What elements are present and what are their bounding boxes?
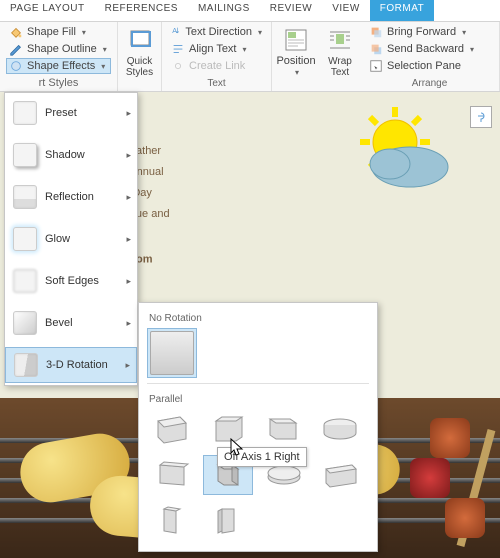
selection-pane-icon [369, 59, 383, 73]
tab-page-layout[interactable]: PAGE LAYOUT [0, 0, 95, 21]
dropdown-icon: ▾ [258, 28, 262, 37]
create-link-button[interactable]: Create Link [168, 58, 265, 74]
shape-effects-button[interactable]: Shape Effects ▾ [6, 58, 111, 74]
svg-text:A: A [172, 27, 177, 35]
dropdown-icon: ▾ [101, 62, 105, 71]
quick-styles-button[interactable]: Quick Styles [124, 24, 155, 80]
clipart-sun-cloud[interactable] [340, 102, 460, 205]
send-backward-icon [369, 42, 383, 56]
send-backward-button[interactable]: Send Backward ▾ [366, 41, 493, 57]
send-backward-label: Send Backward [387, 43, 464, 55]
effects-icon [9, 59, 23, 73]
cursor-icon [230, 438, 244, 456]
position-label: Position▾ [276, 56, 315, 78]
rotation-option[interactable] [147, 455, 197, 495]
text-direction-icon: A [171, 25, 181, 39]
shape-effects-menu: Preset▸ Shadow▸ Reflection▸ Glow▸ Soft E… [4, 92, 138, 386]
tab-references[interactable]: REFERENCES [95, 0, 188, 21]
shape-fill-label: Shape Fill [27, 26, 76, 38]
wrap-text-label: Wrap Text [328, 56, 352, 78]
tab-view[interactable]: VIEW [322, 0, 370, 21]
dropdown-icon: ▾ [470, 45, 474, 54]
shape-fill-button[interactable]: Shape Fill ▾ [6, 24, 111, 40]
rotation-parallel-grid [147, 409, 369, 541]
dropdown-icon: ▾ [103, 45, 107, 54]
rotation-section-none: No Rotation [147, 309, 369, 328]
rotation-option[interactable] [203, 409, 253, 449]
layout-options-button[interactable] [470, 106, 492, 128]
shape-outline-button[interactable]: Shape Outline ▾ [6, 41, 111, 57]
selection-pane-label: Selection Pane [387, 60, 461, 72]
pen-icon [9, 42, 23, 56]
tab-review[interactable]: REVIEW [260, 0, 322, 21]
ribbon-tabs: PAGE LAYOUT REFERENCES MAILINGS REVIEW V… [0, 0, 500, 22]
rotation-option[interactable] [315, 409, 365, 449]
dropdown-icon: ▾ [82, 28, 86, 37]
quick-styles-label: Quick Styles [126, 56, 153, 78]
align-text-icon [171, 42, 185, 56]
bring-forward-button[interactable]: Bring Forward ▾ [366, 24, 493, 40]
effects-soft-edges[interactable]: Soft Edges▸ [5, 264, 137, 298]
rotation-option[interactable] [315, 455, 365, 495]
shape-outline-label: Shape Outline [27, 43, 97, 55]
rotation-submenu: No Rotation Parallel Off Axis 1 Right [138, 302, 378, 552]
effects-glow[interactable]: Glow▸ [5, 222, 137, 256]
rotation-none[interactable] [147, 328, 197, 378]
rotation-option[interactable] [147, 501, 197, 541]
wrap-text-button[interactable]: Wrap Text [326, 24, 354, 80]
group-label-text: Text [162, 78, 271, 89]
effects-shadow[interactable]: Shadow▸ [5, 138, 137, 172]
create-link-label: Create Link [189, 60, 245, 72]
ribbon: Shape Fill ▾ Shape Outline ▾ Shape Effects… [0, 22, 500, 92]
group-label-arrange: Arrange [360, 78, 499, 89]
layout-options-icon [474, 110, 488, 124]
bring-forward-icon [369, 25, 383, 39]
tab-format[interactable]: FORMAT [370, 0, 434, 21]
effects-3d-rotation[interactable]: 3-D Rotation▸ [5, 347, 137, 383]
selection-pane-button[interactable]: Selection Pane [366, 58, 493, 74]
shape-effects-label: Shape Effects [27, 60, 95, 72]
position-button[interactable]: Position▾ [278, 24, 314, 80]
wrap-text-icon [326, 26, 354, 54]
link-icon [171, 59, 185, 73]
text-direction-button[interactable]: A Text Direction ▾ [168, 24, 265, 40]
dropdown-icon: ▾ [243, 45, 247, 54]
effects-preset[interactable]: Preset▸ [5, 96, 137, 130]
bucket-icon [9, 25, 23, 39]
position-icon [282, 26, 310, 54]
align-text-label: Align Text [189, 43, 237, 55]
rotation-option[interactable] [147, 409, 197, 449]
tab-mailings[interactable]: MAILINGS [188, 0, 260, 21]
rotation-option[interactable] [203, 501, 253, 541]
dropdown-icon: ▾ [462, 28, 466, 37]
rotation-section-parallel: Parallel [147, 390, 369, 409]
submenu-arrow-icon: ▸ [126, 108, 131, 119]
quick-styles-icon [126, 26, 154, 54]
align-text-button[interactable]: Align Text ▾ [168, 41, 265, 57]
effects-reflection[interactable]: Reflection▸ [5, 180, 137, 214]
group-label-styles: rt Styles [0, 77, 117, 89]
text-direction-label: Text Direction [185, 26, 252, 38]
rotation-option[interactable] [259, 409, 309, 449]
effects-bevel[interactable]: Bevel▸ [5, 306, 137, 340]
bring-forward-label: Bring Forward [387, 26, 456, 38]
